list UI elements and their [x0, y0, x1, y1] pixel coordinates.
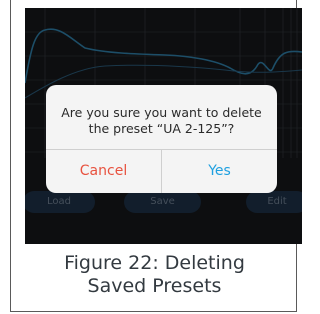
caption-line-2: Saved Presets: [87, 275, 222, 297]
caption-line-1: Figure 22: Deleting: [64, 252, 245, 274]
yes-button[interactable]: Yes: [162, 150, 277, 193]
app-screenshot: Load Save Edit Are you sure you want to …: [25, 8, 302, 244]
delete-preset-dialog: Are you sure you want to delete the pres…: [46, 85, 277, 193]
cancel-button[interactable]: Cancel: [46, 150, 161, 193]
dialog-message: Are you sure you want to delete the pres…: [61, 105, 262, 136]
figure-caption: Figure 22: Deleting Saved Presets: [0, 252, 309, 298]
